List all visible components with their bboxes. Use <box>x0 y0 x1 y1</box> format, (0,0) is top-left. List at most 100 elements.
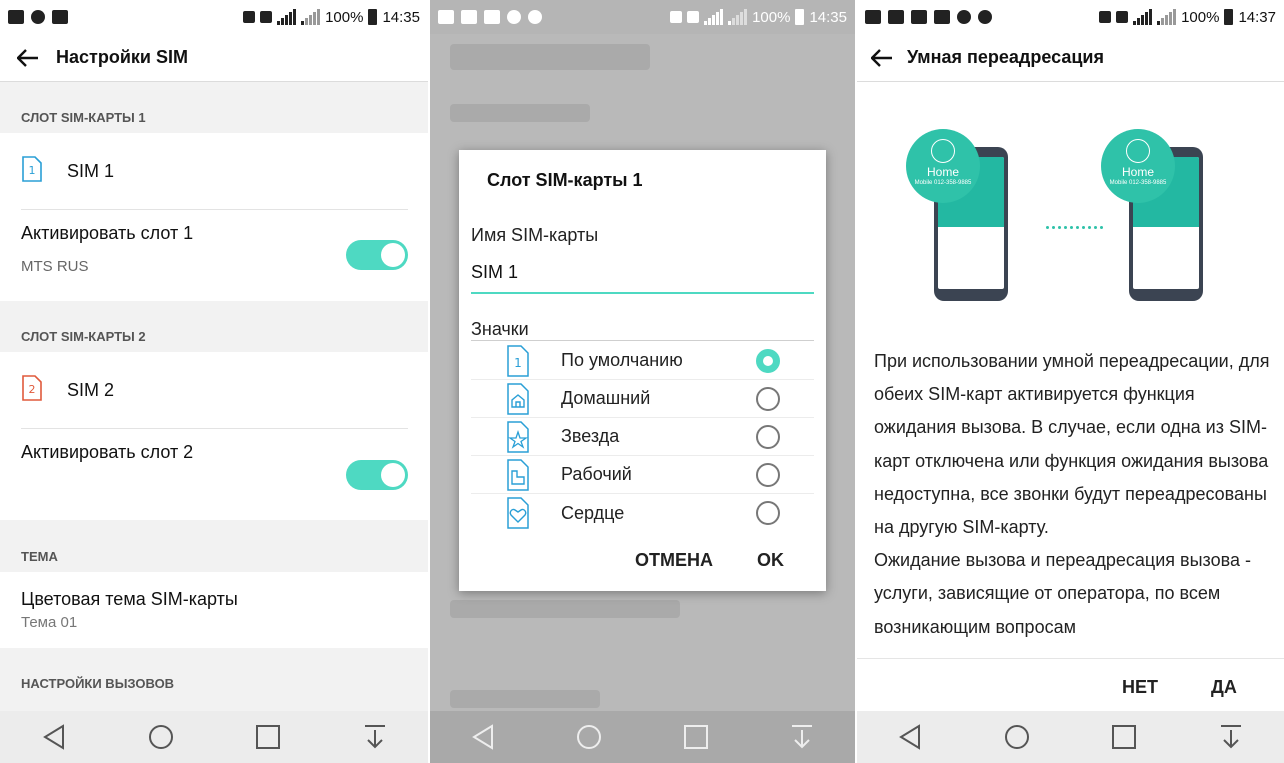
nav-home-button[interactable] <box>997 717 1037 757</box>
arrow-down-bar-icon <box>791 725 812 749</box>
activate-slot1-label: Активировать слот 1 <box>21 223 194 243</box>
icon-option-label: Сердце <box>561 502 625 523</box>
list-notification-icon <box>438 10 454 24</box>
activate-slot1-toggle[interactable] <box>346 240 408 270</box>
page-title: Настройки SIM <box>56 47 188 67</box>
nav-recents-button[interactable] <box>248 717 288 757</box>
nav-home-button[interactable] <box>569 717 609 757</box>
phone-notification-icon <box>528 10 542 24</box>
wifi-icon <box>1116 11 1129 23</box>
square-recents-icon <box>1111 725 1136 749</box>
nav-recents-button[interactable] <box>676 717 716 757</box>
nav-back-button[interactable] <box>890 717 930 757</box>
nav-back-button[interactable] <box>463 717 503 757</box>
radio-unselected[interactable] <box>756 386 780 411</box>
icon-option-heart[interactable]: Сердце <box>471 494 814 532</box>
battery-icon <box>795 9 805 25</box>
activate-slot2-toggle[interactable] <box>346 460 408 490</box>
list-notification-icon <box>865 10 881 24</box>
radio-selected[interactable] <box>756 348 780 373</box>
slot1-card: 1 SIM 1 Активировать слот 1 MTS RUS <box>0 133 428 301</box>
nav-notifications-button[interactable] <box>782 717 822 757</box>
nfc-icon <box>1099 11 1112 23</box>
signal-sim1-icon <box>704 9 724 25</box>
ok-button[interactable]: OK <box>757 550 784 571</box>
circle-home-icon <box>148 725 173 749</box>
clock: 14:35 <box>809 8 847 26</box>
dialog-footer: НЕТ ДА <box>857 658 1284 711</box>
list-notification-icon <box>8 10 24 24</box>
evernote-notification-icon <box>957 10 971 24</box>
theme-title: Цветовая тема SIM-карты <box>21 589 238 609</box>
square-recents-icon <box>683 725 708 749</box>
icon-option-default[interactable]: 1 По умолчанию <box>471 342 814 380</box>
message-notification-icon <box>461 10 477 24</box>
circle-home-icon <box>577 725 602 749</box>
no-button[interactable]: НЕТ <box>1122 677 1158 698</box>
blurred-title <box>450 44 650 70</box>
arrow-down-bar-icon <box>1220 725 1241 749</box>
blurred-row <box>450 690 600 708</box>
nav-back-button[interactable] <box>34 717 74 757</box>
evernote-notification-icon <box>507 10 521 24</box>
description-text: При использовании умной переадресации, д… <box>874 345 1270 644</box>
sim-dialog-screen: 100% 14:35 Слот SIM-карты 1 Имя SIM-карт… <box>430 0 855 763</box>
back-button[interactable] <box>857 34 907 82</box>
nav-home-button[interactable] <box>141 717 181 757</box>
theme-row[interactable]: Цветовая тема SIM-карты Тема 01 <box>0 572 428 648</box>
back-button[interactable] <box>0 34 56 82</box>
sim-name-input[interactable]: SIM 1 <box>471 260 814 294</box>
phone-notification-icon <box>978 10 992 24</box>
icons-label: Значки <box>471 319 529 339</box>
nav-notifications-button[interactable] <box>355 717 395 757</box>
icon-option-home[interactable]: Домашний <box>471 380 814 418</box>
sim-name-label: Имя SIM-карты <box>471 225 599 245</box>
description-paragraph: Ожидание вызова и переадресация вызова -… <box>874 550 1251 637</box>
sim1-row[interactable]: 1 SIM 1 <box>0 133 428 209</box>
cancel-button[interactable]: ОТМЕНА <box>635 550 713 571</box>
svg-text:1: 1 <box>514 356 522 370</box>
status-bar: 100% 14:35 <box>0 0 428 34</box>
sim-work-icon <box>503 458 533 491</box>
radio-unselected[interactable] <box>756 462 780 487</box>
sim2-row[interactable]: 2 SIM 2 <box>0 352 428 428</box>
icon-option-label: Рабочий <box>561 464 632 484</box>
sim-settings-screen: 100% 14:35 Настройки SIM СЛОТ SIM-КАРТЫ … <box>0 0 428 763</box>
sim2-icon-number: 2 <box>29 383 36 396</box>
radio-unselected[interactable] <box>756 424 780 449</box>
sim-heart-icon <box>503 497 533 529</box>
page-title: Умная переадресация <box>907 47 1104 67</box>
battery-percent: 100% <box>325 8 364 26</box>
arrow-down-bar-icon <box>364 725 385 749</box>
square-recents-icon <box>255 725 280 749</box>
message-notification-icon <box>52 10 68 24</box>
signal-sim2-icon <box>1157 9 1177 25</box>
battery-percent: 100% <box>1181 8 1220 26</box>
signal-sim2-icon <box>728 9 748 25</box>
sim-card-1-icon: 1 <box>21 155 47 187</box>
slot2-card: 2 SIM 2 Активировать слот 2 <box>0 352 428 520</box>
nav-recents-button[interactable] <box>1104 717 1144 757</box>
description-paragraph: При использовании умной переадресации, д… <box>874 351 1270 538</box>
icon-option-star[interactable]: Звезда <box>471 418 814 456</box>
status-bar: 100% 14:35 <box>430 0 855 34</box>
app-notification-icon <box>911 10 927 24</box>
yes-button[interactable]: ДА <box>1211 677 1237 698</box>
radio-unselected[interactable] <box>756 501 780 525</box>
sim-card-2-icon: 2 <box>21 374 47 406</box>
app-bar: Настройки SIM <box>0 34 428 82</box>
nav-notifications-button[interactable] <box>1211 717 1251 757</box>
bubble-title: Home <box>1121 165 1154 179</box>
bubble-title: Home <box>926 165 959 179</box>
sim-slot-dialog: Слот SIM-карты 1 Имя SIM-карты SIM 1 Зна… <box>459 150 826 591</box>
sim1-icon-number: 1 <box>29 164 36 177</box>
contact-bubble-right: Home Mobile 012-358-9885 <box>1101 129 1175 203</box>
theme-value: Тема 01 <box>21 614 78 631</box>
sim-star-icon <box>503 420 533 453</box>
avatar-icon <box>931 139 955 163</box>
clock: 14:37 <box>1238 8 1276 26</box>
icon-option-work[interactable]: Рабочий <box>471 456 814 494</box>
navigation-bar <box>0 711 428 763</box>
activate-slot2-label: Активировать слот 2 <box>21 442 194 462</box>
screens-container: 100% 14:35 Настройки SIM СЛОТ SIM-КАРТЫ … <box>0 0 1284 763</box>
